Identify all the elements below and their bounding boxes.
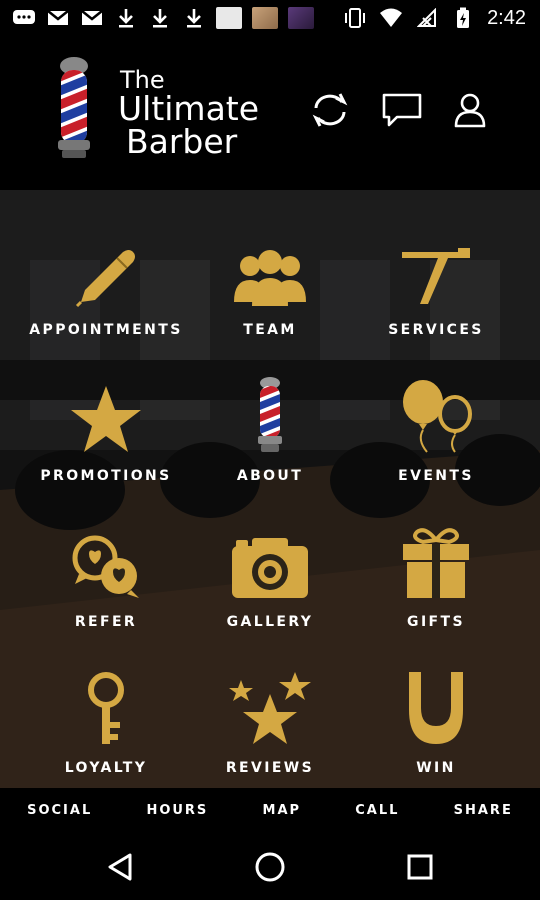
main-menu: APPOINTMENTS TEAM SERVICES PROMOTIONS AB…	[0, 190, 540, 788]
system-icons: 2:42	[343, 6, 526, 30]
recents-icon	[407, 854, 433, 880]
link-call[interactable]: CALL	[355, 803, 399, 818]
tile-label: TEAM	[243, 322, 297, 338]
team-icon	[234, 250, 306, 306]
wifi-icon	[379, 6, 403, 30]
tile-events[interactable]: EVENTS	[346, 346, 526, 492]
tile-appointments[interactable]: APPOINTMENTS	[16, 200, 196, 346]
tile-promotions[interactable]: PROMOTIONS	[16, 346, 196, 492]
download-icon	[114, 6, 138, 30]
logo-line-barber: Barber	[126, 122, 238, 161]
message-button[interactable]	[380, 88, 424, 132]
link-hours[interactable]: HOURS	[146, 803, 208, 818]
notification-icons	[12, 6, 314, 30]
no-signal-icon	[415, 6, 439, 30]
tile-label: WIN	[416, 760, 456, 776]
tile-label: REFER	[74, 614, 138, 630]
back-button[interactable]	[100, 850, 140, 884]
logo-line-ultimate: Ultimate	[118, 89, 260, 128]
tile-win[interactable]: WIN	[346, 638, 526, 784]
image-thumbnail	[288, 7, 314, 29]
gmail-icon	[80, 6, 104, 30]
link-social[interactable]: SOCIAL	[27, 803, 92, 818]
refer-hearts-icon	[72, 535, 139, 598]
battery-charging-icon	[451, 6, 475, 30]
system-navigation-bar	[0, 832, 540, 900]
profile-icon	[454, 93, 486, 128]
bottom-links-bar: SOCIAL HOURS MAP CALL SHARE	[0, 788, 540, 832]
tile-refer[interactable]: REFER	[16, 492, 196, 638]
gift-icon	[403, 528, 469, 598]
key-icon	[88, 672, 124, 744]
recents-button[interactable]	[400, 850, 440, 884]
barber-pole-icon	[258, 377, 282, 452]
pen-icon	[75, 250, 135, 308]
tile-gallery[interactable]: GALLERY	[180, 492, 360, 638]
chat-bubble-icon	[12, 6, 36, 30]
tile-label: GIFTS	[407, 614, 465, 630]
logo-title: The Ultimate Barber	[118, 68, 259, 158]
status-time: 2:42	[487, 6, 526, 29]
tile-label: PROMOTIONS	[40, 468, 172, 484]
barber-pole-logo-icon	[58, 57, 90, 158]
stars-icon	[229, 672, 311, 744]
tile-team[interactable]: TEAM	[180, 200, 360, 346]
image-thumbnail	[216, 7, 242, 29]
tile-services[interactable]: SERVICES	[346, 200, 526, 346]
back-icon	[108, 853, 132, 881]
home-icon	[255, 852, 285, 882]
app-header: The Ultimate Barber	[0, 36, 540, 190]
refresh-button[interactable]	[308, 88, 352, 132]
gmail-icon	[46, 6, 70, 30]
tile-label: EVENTS	[398, 468, 474, 484]
status-bar: 2:42	[0, 0, 540, 36]
tile-loyalty[interactable]: LOYALTY	[16, 638, 196, 784]
tile-label: REVIEWS	[225, 760, 315, 776]
message-icon	[382, 93, 422, 127]
tile-label: ABOUT	[236, 468, 304, 484]
link-share[interactable]: SHARE	[454, 803, 513, 818]
tile-label: GALLERY	[226, 614, 314, 630]
tile-about[interactable]: ABOUT	[180, 346, 360, 492]
download-icon	[148, 6, 172, 30]
refresh-icon	[312, 93, 348, 127]
tile-label: LOYALTY	[64, 760, 148, 776]
star-icon	[71, 386, 141, 452]
menu-grid: APPOINTMENTS TEAM SERVICES PROMOTIONS AB…	[0, 190, 540, 788]
image-thumbnail	[252, 7, 278, 29]
tile-gifts[interactable]: GIFTS	[346, 492, 526, 638]
tile-reviews[interactable]: REVIEWS	[180, 638, 360, 784]
home-button[interactable]	[250, 850, 290, 884]
link-map[interactable]: MAP	[263, 803, 302, 818]
vibrate-icon	[343, 6, 367, 30]
horseshoe-icon	[409, 672, 463, 744]
balloons-icon	[403, 380, 472, 453]
tile-label: APPOINTMENTS	[29, 322, 183, 338]
app-logo[interactable]: The Ultimate Barber	[18, 46, 288, 176]
profile-button[interactable]	[448, 88, 492, 132]
razor-icon	[402, 248, 470, 304]
camera-icon	[232, 538, 308, 598]
tile-label: SERVICES	[388, 322, 484, 338]
download-icon	[182, 6, 206, 30]
